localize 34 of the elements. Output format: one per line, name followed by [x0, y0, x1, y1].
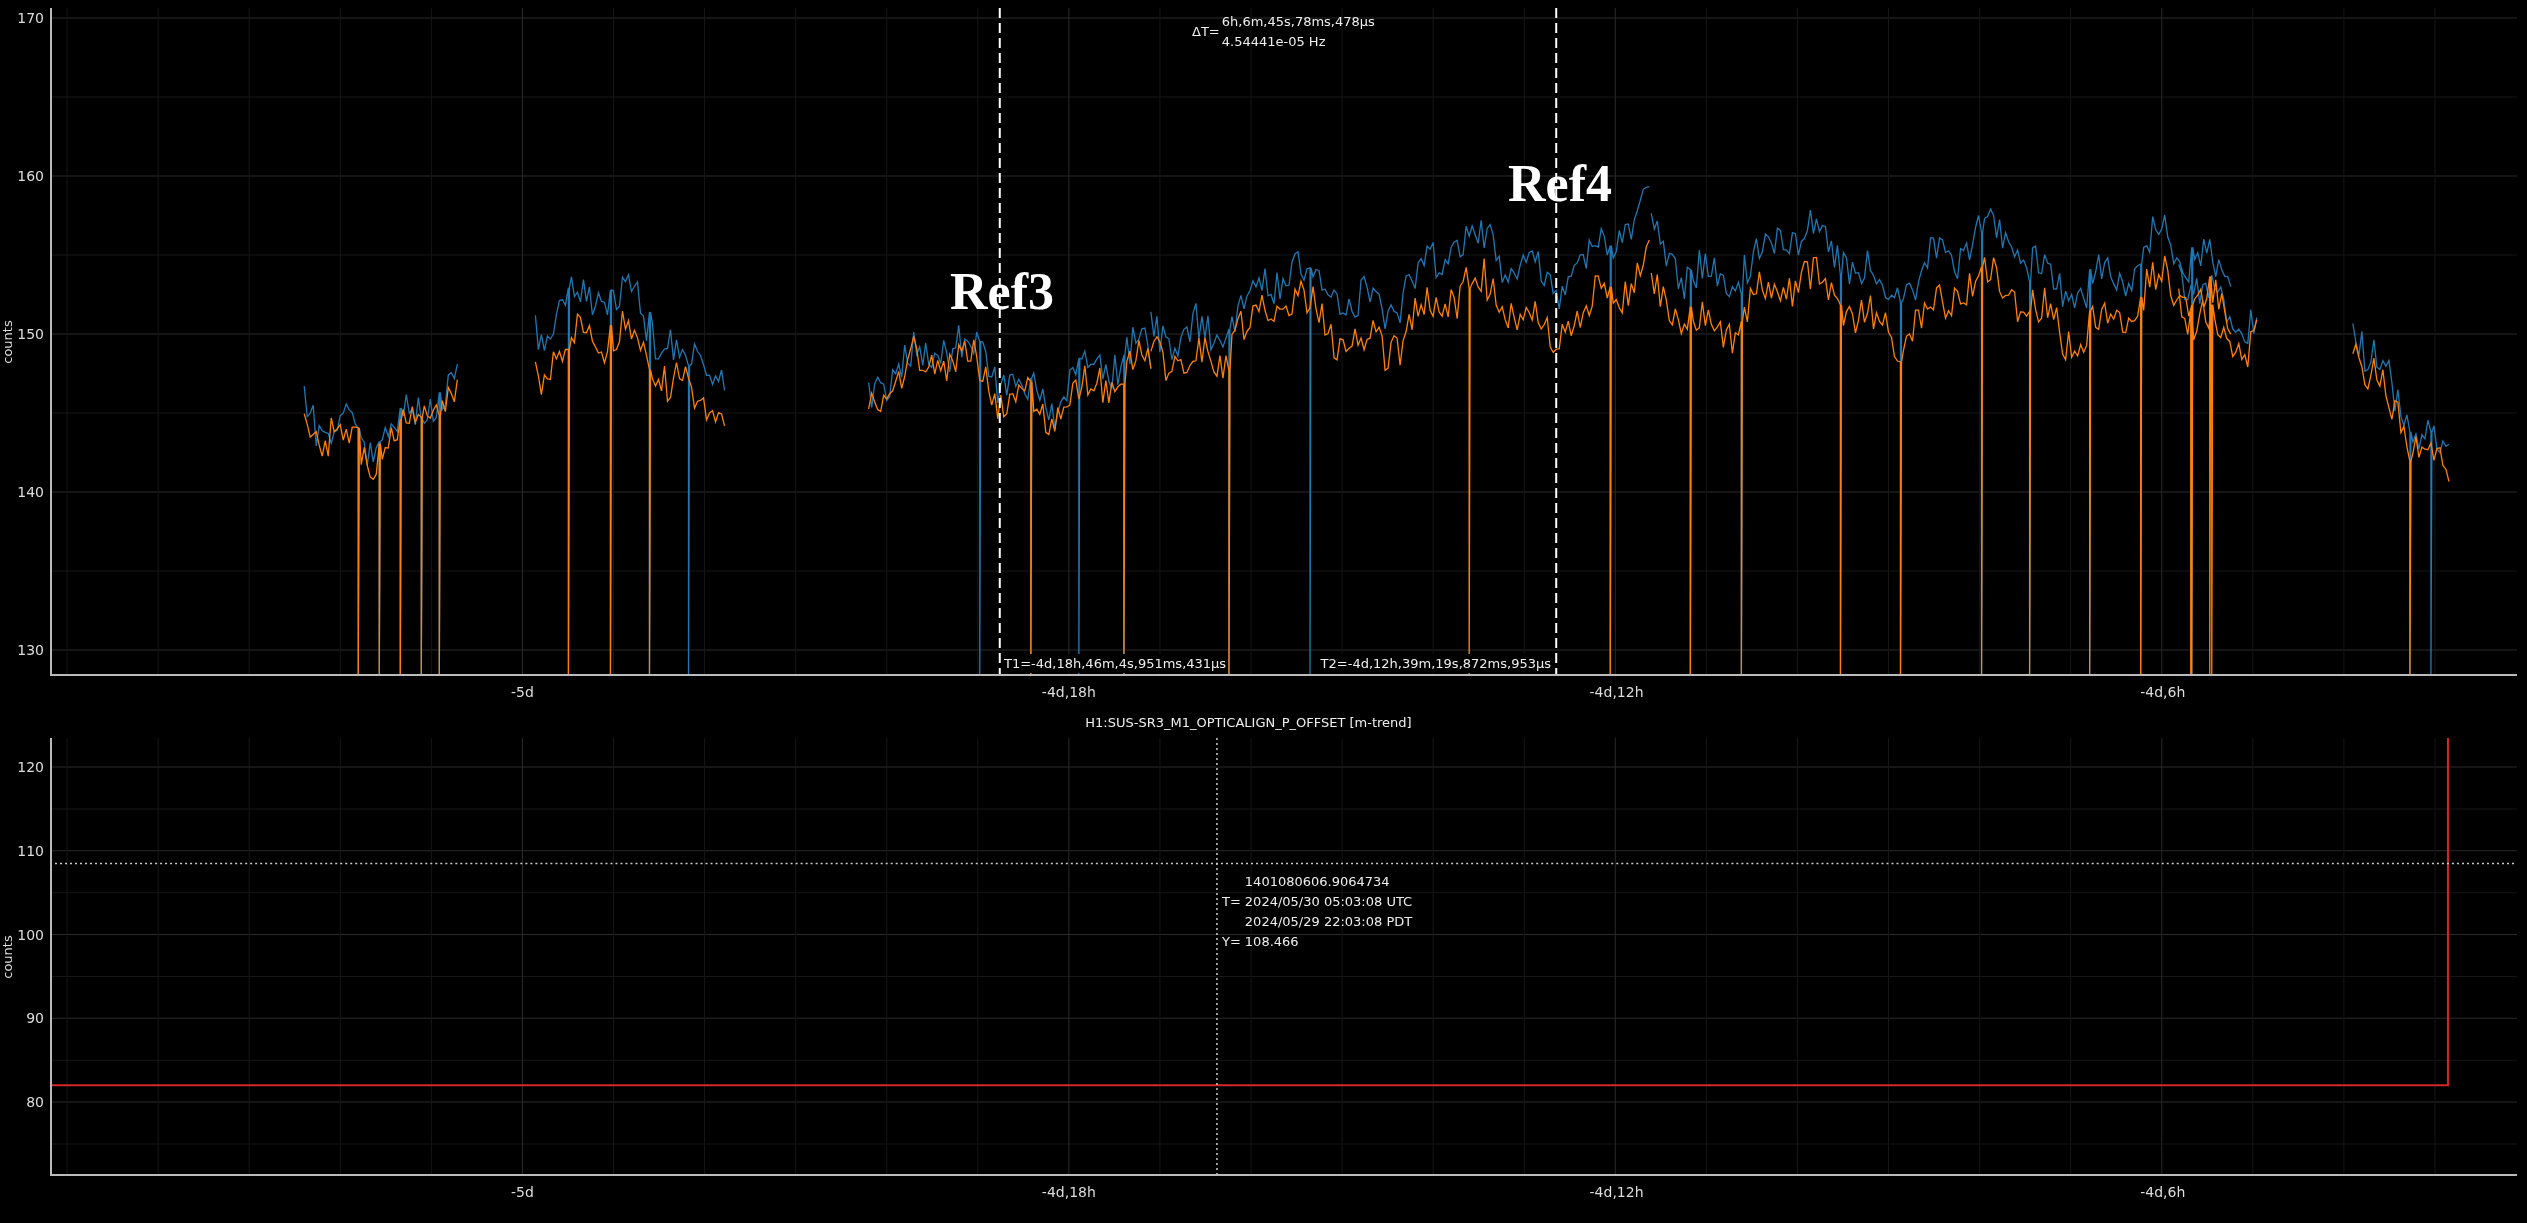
tick-label: -4d,12h [1589, 1183, 1644, 1202]
reference-label: Ref3 [950, 266, 1054, 318]
axis-label: counts [0, 935, 16, 979]
axis-label: counts [0, 320, 16, 364]
y-value: 108.466 [1244, 933, 1300, 951]
tick-label: 170 [17, 8, 44, 28]
tick-label: -5d [511, 683, 534, 702]
tick-label: -4d,6h [2140, 683, 2186, 702]
tick-label: 80 [26, 1092, 44, 1112]
tick-label: 130 [17, 640, 44, 660]
cursor-label: T2=-4d,12h,39m,19s,872ms,953µs [1320, 653, 1551, 673]
tick-label: 140 [17, 482, 44, 502]
cursor-label: T1=-4d,18h,46m,4s,951ms,431µs [1004, 653, 1227, 673]
reference-label: Ref4 [1508, 158, 1612, 210]
tick-label: 90 [26, 1008, 44, 1028]
delta-frequency: 4.54441e-05 Hz [1221, 33, 1327, 51]
tick-label: -4d,6h [2140, 1183, 2186, 1202]
readout-label: T= [1222, 893, 1241, 911]
tick-label: 160 [17, 166, 44, 186]
tick-label: -4d,18h [1041, 683, 1096, 702]
plot-title: H1:SUS-SR3_M1_OPTICALIGN_P_OFFSET [m-trend] [1085, 714, 1412, 733]
tick-label: 100 [17, 925, 44, 944]
readout-label: Y= [1222, 933, 1241, 951]
tick-label: 120 [17, 757, 44, 777]
delta-label: ΔT= [1192, 23, 1220, 42]
utc-time: 2024/05/30 05:03:08 UTC [1244, 893, 1413, 911]
tick-label: 150 [17, 324, 44, 344]
tick-label: -4d,18h [1041, 1183, 1096, 1202]
tick-label: -5d [511, 1183, 534, 1202]
gps-time: 1401080606.9064734 [1244, 873, 1391, 891]
local-time: 2024/05/29 22:03:08 PDT [1244, 913, 1413, 931]
tick-label: 110 [17, 841, 44, 861]
delta-time: 6h,6m,45s,78ms,478µs [1221, 13, 1375, 31]
tick-label: -4d,12h [1589, 683, 1644, 702]
